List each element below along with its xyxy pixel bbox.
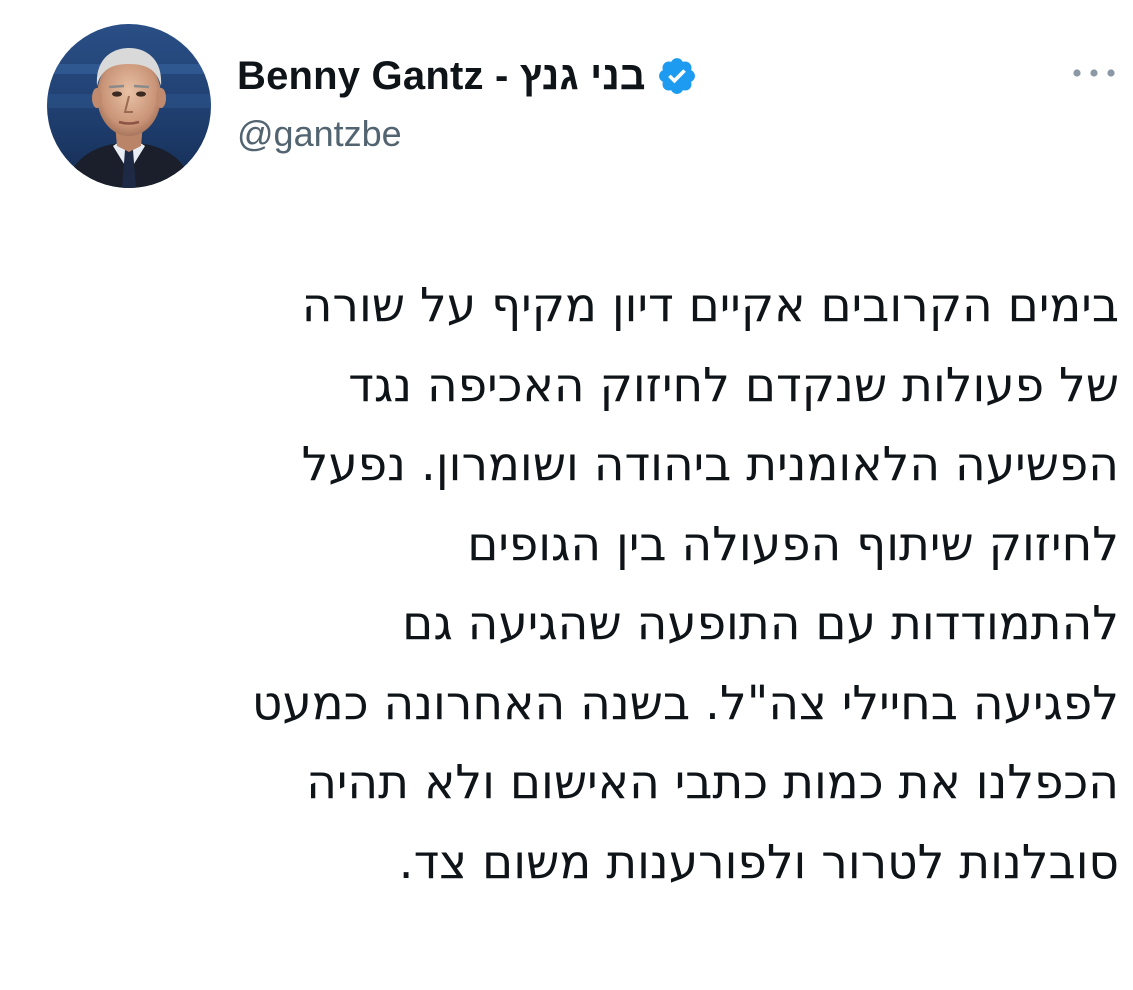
tweet-text: בימים הקרובים אקיים דיון מקיף על שורה של… (29, 266, 1119, 902)
tweet-text-line: הפשיעה הלאומנית ביהודה ושומרון. נפעל (301, 437, 1119, 492)
tweet-text-line: סובלנות לטרור ולפורענות משום צד. (398, 834, 1119, 890)
tweet-text-line: לפגיעה בחיילי צה"ל. בשנה האחרונה כמעט (251, 675, 1119, 731)
display-name[interactable]: Benny Gantz - בני גנץ (237, 54, 646, 99)
author-handle[interactable]: @gantzbe (237, 113, 402, 155)
tweet-text-line: של פעולות שנקדם לחיזוק האכיפה נגד (348, 357, 1119, 413)
more-options-button[interactable] (1070, 58, 1118, 88)
verified-badge-icon (656, 55, 698, 97)
more-options-icon (1073, 69, 1115, 77)
tweet-text-line: הכפלנו את כמות כתבי האישום ולא תהיה (306, 755, 1119, 810)
author-name-row[interactable]: Benny Gantz - בני גנץ (237, 50, 698, 102)
tweet-text-line: בימים הקרובים אקיים דיון מקיף על שורה (301, 278, 1119, 333)
tweet-text-line: לחיזוק שיתוף הפעולה בין הגופים (467, 516, 1119, 572)
tweet-text-line: להתמודדות עם התופעה שהגיעה גם (402, 596, 1119, 651)
avatar[interactable] (47, 24, 211, 188)
